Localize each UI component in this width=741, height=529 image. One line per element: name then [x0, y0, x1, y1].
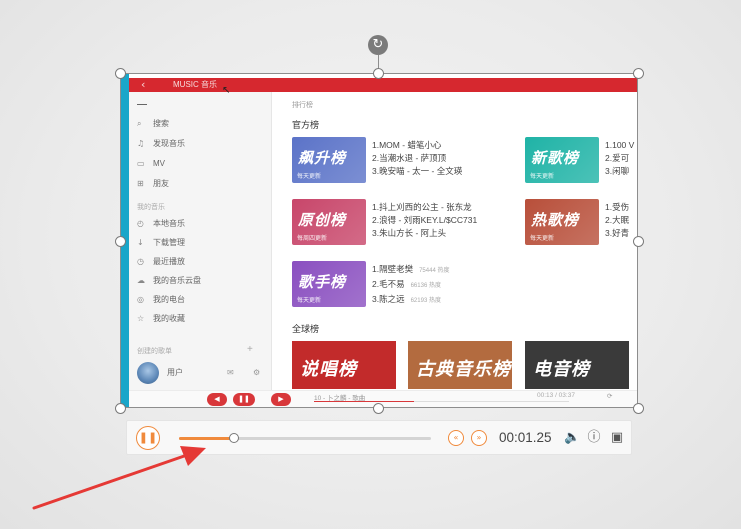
seek-bar-knob[interactable]	[229, 433, 240, 443]
resize-handle[interactable]	[373, 403, 384, 414]
rotate-handle-icon[interactable]: ↻	[368, 35, 388, 55]
resize-handle[interactable]	[115, 236, 126, 247]
resize-handle[interactable]	[115, 68, 126, 79]
seek-bar-fill	[179, 437, 235, 440]
rewind-icon[interactable]: «	[448, 430, 464, 446]
volume-icon[interactable]: 🔈	[564, 430, 580, 446]
resize-handle[interactable]	[633, 68, 644, 79]
picture-icon[interactable]: ▣	[609, 430, 625, 446]
info-icon[interactable]: ⓘ	[586, 430, 602, 446]
resize-handle[interactable]	[633, 403, 644, 414]
seek-bar[interactable]	[179, 433, 431, 443]
resize-handle[interactable]	[373, 68, 384, 79]
time-display: 00:01.25	[499, 430, 552, 445]
selection-frame[interactable]	[120, 73, 638, 408]
resize-handle[interactable]	[115, 403, 126, 414]
resize-handle[interactable]	[633, 236, 644, 247]
annotation-arrow-shaft	[32, 452, 192, 510]
video-control-bar: ❚❚ « » 00:01.25 🔈 ⓘ ▣	[126, 420, 632, 455]
fast-forward-icon[interactable]: »	[471, 430, 487, 446]
pause-button[interactable]: ❚❚	[136, 426, 160, 450]
